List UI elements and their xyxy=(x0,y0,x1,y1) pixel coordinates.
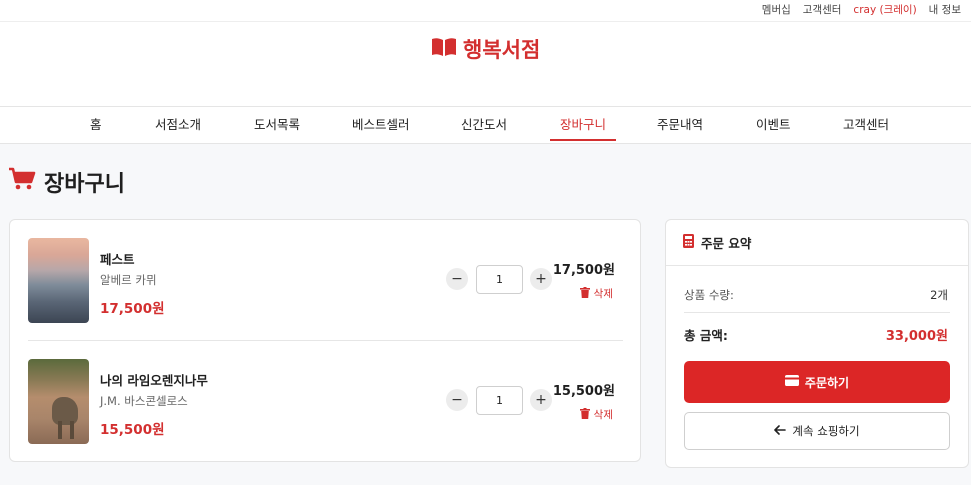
order-button[interactable]: 주문하기 xyxy=(684,361,950,403)
nav-item-events[interactable]: 이벤트 xyxy=(756,107,791,143)
cart-item: 나의 라임오렌지나무 J.M. 바스콘셀로스 15,500원 − + 15,50… xyxy=(28,359,623,445)
total-value: 33,000원 xyxy=(885,329,948,344)
line-total: 15,500원 xyxy=(552,384,615,399)
book-cover-image[interactable] xyxy=(28,238,89,323)
order-button-label: 주문하기 xyxy=(804,375,850,390)
nav-item-new[interactable]: 신간도서 xyxy=(461,107,507,143)
nav-item-home[interactable]: 홈 xyxy=(90,107,102,143)
membership-link[interactable]: 멤버십 xyxy=(762,2,791,17)
page-title: 장바구니 xyxy=(8,166,125,198)
line-total: 17,500원 xyxy=(552,263,615,278)
delete-button[interactable]: 삭제 xyxy=(579,286,613,301)
book-title[interactable]: 페스트 xyxy=(100,249,135,268)
book-title[interactable]: 나의 라임오렌지나무 xyxy=(100,370,208,389)
summary-title: 주문 요약 xyxy=(701,236,752,251)
quantity-input[interactable] xyxy=(476,265,523,294)
item-divider xyxy=(28,340,623,341)
qty-increase-button[interactable]: + xyxy=(530,268,552,290)
book-author: 알베르 카뮈 xyxy=(100,273,157,287)
nav-item-orders[interactable]: 주문내역 xyxy=(657,107,703,143)
order-summary-panel: 주문 요약 상품 수량: 2개 총 금액: 33,000원 주문하기 계속 쇼핑… xyxy=(665,219,969,468)
delete-label: 삭제 xyxy=(593,288,613,300)
summary-divider xyxy=(684,312,950,313)
book-cover-image[interactable] xyxy=(28,359,89,444)
myinfo-link[interactable]: 내 정보 xyxy=(929,2,961,17)
nav-item-books[interactable]: 도서목록 xyxy=(254,107,300,143)
main-nav: 홈 서점소개 도서목록 베스트셀러 신간도서 장바구니 주문내역 이벤트 고객센… xyxy=(0,106,971,144)
total-label: 총 금액: xyxy=(684,328,728,343)
site-header: 행복서점 xyxy=(0,22,971,106)
delete-button[interactable]: 삭제 xyxy=(579,407,613,422)
summary-header: 주문 요약 xyxy=(666,220,968,266)
cart-items-panel: 페스트 알베르 카뮈 17,500원 − + 17,500원 삭제 나의 라임오… xyxy=(9,219,641,462)
book-price: 15,500원 xyxy=(100,422,165,438)
nav-item-bestseller[interactable]: 베스트셀러 xyxy=(352,107,410,143)
user-link[interactable]: cray (크레이) xyxy=(853,2,916,17)
top-links: 멤버십 고객센터 cray (크레이) 내 정보 xyxy=(762,2,961,17)
qty-increase-button[interactable]: + xyxy=(530,389,552,411)
support-link[interactable]: 고객센터 xyxy=(803,2,842,17)
calculator-icon xyxy=(683,234,694,251)
delete-label: 삭제 xyxy=(593,409,613,421)
site-logo[interactable]: 행복서점 xyxy=(431,34,540,64)
cart-icon xyxy=(8,167,36,197)
top-utility-bar: 멤버십 고객센터 cray (크레이) 내 정보 xyxy=(0,0,971,22)
nav-item-support[interactable]: 고객센터 xyxy=(843,107,889,143)
cart-item: 페스트 알베르 카뮈 17,500원 − + 17,500원 삭제 xyxy=(28,238,623,324)
nav-item-about[interactable]: 서점소개 xyxy=(155,107,201,143)
book-author: J.M. 바스콘셀로스 xyxy=(100,394,188,408)
credit-card-icon xyxy=(784,375,799,389)
book-open-icon xyxy=(431,37,457,62)
logo-text: 행복서점 xyxy=(463,38,541,62)
page-title-text: 장바구니 xyxy=(44,172,125,197)
nav-item-cart[interactable]: 장바구니 xyxy=(549,107,617,143)
qty-decrease-button[interactable]: − xyxy=(446,389,468,411)
book-price: 17,500원 xyxy=(100,301,165,317)
continue-shopping-label: 계속 쇼핑하기 xyxy=(792,424,860,438)
qty-decrease-button[interactable]: − xyxy=(446,268,468,290)
trash-icon xyxy=(579,286,590,301)
quantity-input[interactable] xyxy=(476,386,523,415)
item-count-label: 상품 수량: xyxy=(684,288,734,302)
arrow-left-icon xyxy=(774,424,787,438)
continue-shopping-button[interactable]: 계속 쇼핑하기 xyxy=(684,412,950,450)
trash-icon xyxy=(579,407,590,422)
item-count-value: 2개 xyxy=(930,288,948,302)
